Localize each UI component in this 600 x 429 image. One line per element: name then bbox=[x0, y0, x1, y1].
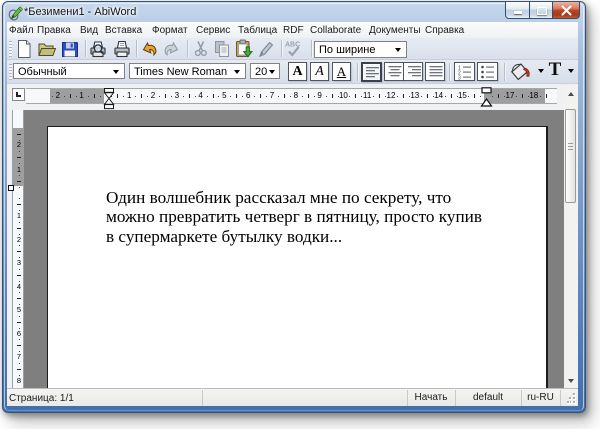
svg-text:3: 3 bbox=[458, 76, 461, 82]
